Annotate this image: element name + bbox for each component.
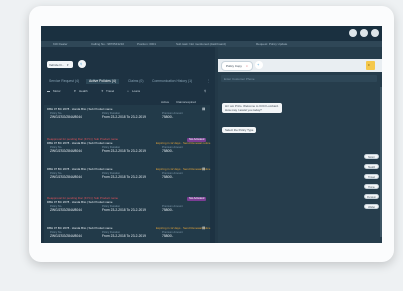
chevron-down-icon: ▾ — [67, 62, 69, 67]
policy-number: ZWG/ZSG/2844/8044 — [50, 234, 82, 238]
expiry-note[interactable]: Expiring in 12 days · Send Renewal notic… — [156, 141, 210, 145]
policy-number: ZWG/ZSG/2844/8044 — [50, 149, 82, 153]
tab-claims[interactable]: Claims (0) — [128, 79, 143, 84]
user-icon[interactable] — [371, 29, 379, 37]
policy-title: DBH 07 BC 2678 · Honda Brio | Sub Produc… — [47, 200, 113, 204]
search-button[interactable]: ⚲ — [78, 60, 86, 68]
expiry-note[interactable]: Expiring in 12 days · Send Renewal notic… — [156, 226, 210, 230]
policy-duration: From 23-2-2018 To 23-2-2019 — [102, 234, 146, 238]
policy-copy-tab[interactable]: Policy Copy × — [221, 61, 253, 71]
notes-button[interactable]: ≡ — [366, 61, 375, 70]
close-icon[interactable]: × — [246, 64, 248, 68]
user-message: Select the Policy Type — [222, 127, 257, 133]
filter-motor[interactable]: Motor — [53, 89, 61, 93]
policy-duration: From 23-2-2018 To 23-2-2019 — [102, 175, 146, 179]
policy-card[interactable]: Reapproval for pending Doc (KYC) | Sub P… — [44, 194, 210, 224]
policy-duration: From 23-2-2018 To 23-2-2019 — [102, 115, 146, 119]
settings-icon[interactable] — [360, 29, 368, 37]
quick-reply-travel[interactable]: Travel — [364, 174, 379, 179]
quick-reply-home[interactable]: Home — [364, 184, 379, 189]
customer-panel: Vehicle D... ▾ ⚲ Service Request (4) Act… — [41, 47, 215, 243]
quick-reply-pension[interactable]: Pension — [364, 194, 379, 199]
premium-amount: 75800/- — [162, 175, 174, 179]
vehicle-select-value: Vehicle D... — [49, 62, 65, 67]
policy-title: DBH 07 BC 2678 · Honda Brio | Sub Produc… — [47, 167, 113, 171]
customer-phone-input[interactable]: Enter Customer Phone — [221, 75, 377, 82]
policy-card[interactable]: DBH 07 BC 2678 · Honda Brio | Sub Produc… — [44, 105, 210, 135]
policy-card[interactable]: Reapproval for pending Doc (KYC) | Sub P… — [44, 135, 210, 165]
policy-title: DBH 07 BC 2678 · Honda Brio | Sub Produc… — [47, 141, 113, 145]
search-icon[interactable]: ⚲ — [204, 89, 206, 93]
policy-title: DBH 07 BC 2678 · Honda Brio | Sub Produc… — [47, 107, 113, 111]
bot-message: Hi I am Prizo. Welcome to ICICI Lombard.… — [222, 103, 282, 113]
policy-duration: From 23-2-2018 To 23-2-2019 — [102, 149, 146, 153]
filter-loans[interactable]: Loans — [132, 89, 140, 93]
chat-panel: Policy Copy × + ≡ Enter Customer Phone H… — [218, 47, 382, 243]
premium-amount: 75800/- — [162, 149, 174, 153]
expiry-note[interactable]: Expiring in 12 days · Send Renewal notic… — [156, 167, 210, 171]
plus-icon: + — [257, 62, 260, 67]
document-icon[interactable]: ▤ — [202, 107, 205, 111]
policy-card[interactable]: DBH 07 BC 2678 · Honda Brio | Sub Produc… — [44, 224, 210, 243]
filter-health[interactable]: Health — [79, 89, 88, 93]
tablet-frame: KiD Dealer Calling No.: 9876543210 Posit… — [29, 6, 394, 262]
bank-icon: ⌂ — [127, 88, 129, 93]
quick-reply-wallet[interactable]: Wallet — [364, 204, 379, 209]
status-expired[interactable]: Claims/expired — [176, 100, 196, 104]
policy-title: DBH 07 BC 2678 · Honda Brio | Sub Produc… — [47, 226, 113, 230]
search-icon: ⚲ — [80, 62, 83, 66]
premium-amount: 75800/- — [162, 208, 174, 212]
help-icon[interactable] — [349, 29, 357, 37]
note-icon: ≡ — [368, 63, 370, 67]
premium-amount: 75800/- — [162, 115, 174, 119]
plane-icon: ✈ — [101, 88, 104, 93]
chat-scrollbar[interactable] — [380, 87, 382, 237]
vehicle-select[interactable]: Vehicle D... ▾ — [47, 61, 73, 68]
add-tab-button[interactable]: + — [255, 61, 263, 69]
policy-card[interactable]: DBH 07 BC 2678 · Honda Brio | Sub Produc… — [44, 165, 210, 195]
policy-number: ZWG/ZSG/2844/8044 — [50, 208, 82, 212]
policy-number: ZWG/ZSG/2844/8044 — [50, 115, 82, 119]
quick-reply-health[interactable]: Health — [364, 164, 379, 169]
tab-service-request[interactable]: Service Request (4) — [49, 79, 79, 84]
status-active[interactable]: Active — [161, 100, 169, 104]
policy-copy-label: Policy Copy — [226, 64, 242, 68]
customer-phone-placeholder: Enter Customer Phone — [224, 76, 255, 81]
product-filter-bar: ▬ Motor ♥ Health ✈ Travel ⌂ Loans ⚲ — [41, 87, 215, 94]
chat-tab-bar: Policy Copy × + ≡ — [218, 59, 382, 72]
heart-icon: ♥ — [74, 88, 76, 93]
filter-travel[interactable]: Travel — [106, 89, 114, 93]
policy-duration: From 23-2-2018 To 23-2-2019 — [102, 208, 146, 212]
policy-number: ZWG/ZSG/2844/8044 — [50, 175, 82, 179]
app-top-bar — [41, 26, 382, 41]
tab-active-policies[interactable]: Active Policies (4) — [86, 79, 119, 84]
status-badge: Not Activated — [187, 197, 207, 201]
premium-amount: 75800/- — [162, 234, 174, 238]
car-icon: ▬ — [47, 88, 50, 93]
more-icon[interactable]: ⋮ — [207, 79, 210, 84]
tab-communication-history[interactable]: Communication History (1) — [152, 79, 192, 84]
app-screen: KiD Dealer Calling No.: 9876543210 Posit… — [41, 26, 382, 243]
quick-reply-motor[interactable]: Motor — [364, 154, 379, 159]
